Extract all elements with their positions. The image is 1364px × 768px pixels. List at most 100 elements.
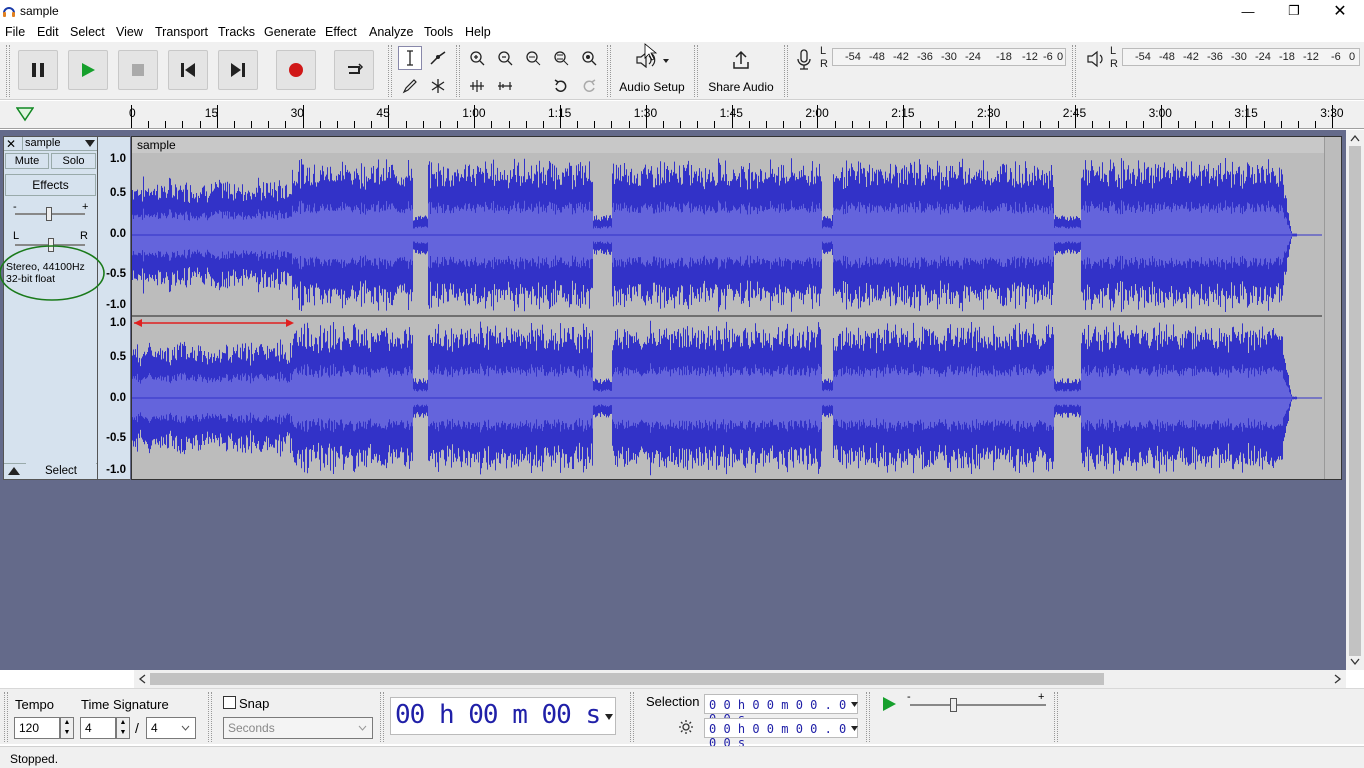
toolbar-grip[interactable] (866, 692, 870, 742)
toolbar-grip[interactable] (380, 692, 384, 742)
spin-up-icon[interactable]: ▲ (61, 718, 73, 728)
menu-analyze[interactable]: Analyze (369, 25, 413, 39)
play-speed-slider-thumb[interactable] (950, 698, 957, 712)
chevron-down-icon[interactable] (605, 714, 613, 720)
menu-effect[interactable]: Effect (325, 25, 357, 39)
loop-button[interactable] (334, 50, 374, 90)
fit-selection-button[interactable] (521, 46, 545, 70)
pause-button[interactable] (18, 50, 58, 90)
record-button[interactable] (276, 50, 316, 90)
menu-tracks[interactable]: Tracks (218, 25, 255, 39)
toolbar-grip[interactable] (607, 45, 611, 97)
zoom-in-button[interactable] (465, 46, 489, 70)
play-button[interactable] (68, 50, 108, 90)
horizontal-scroll-thumb[interactable] (150, 673, 1104, 685)
zoom-out-button[interactable] (493, 46, 517, 70)
zoom-toggle-button[interactable] (577, 46, 601, 70)
vertical-scrollbar[interactable] (1346, 130, 1364, 670)
time-signature-numerator[interactable]: 4 (80, 717, 116, 739)
envelope-tool[interactable] (426, 46, 450, 70)
meter-tick: -12 (1022, 51, 1038, 63)
spin-up-icon[interactable]: ▲ (117, 718, 129, 728)
menu-transport[interactable]: Transport (155, 25, 208, 39)
amplitude-ruler[interactable]: 1.0 0.5 0.0 -0.5 -1.0 1.0 0.5 0.0 -0.5 -… (98, 136, 130, 480)
redo-button[interactable] (577, 74, 601, 98)
close-button[interactable]: ✕ (1317, 0, 1363, 22)
select-track-button[interactable]: Select (26, 463, 96, 479)
tempo-input[interactable]: 120 (14, 717, 60, 739)
scroll-down-icon[interactable] (1350, 658, 1360, 666)
solo-button[interactable]: Solo (51, 153, 96, 169)
share-audio-button[interactable]: Share Audio (704, 46, 778, 96)
clip-title-bar[interactable]: sample (132, 137, 1324, 153)
scroll-right-icon[interactable] (1334, 674, 1342, 684)
toolbar-grip[interactable] (1072, 45, 1076, 97)
menu-tools[interactable]: Tools (424, 25, 453, 39)
selection-end-field[interactable]: 0 0 h 0 0 m 0 0 . 0 0 0 s (704, 718, 858, 750)
gear-icon[interactable] (678, 719, 694, 735)
ruler-minor-tick (577, 121, 579, 128)
trim-outside-button[interactable] (465, 74, 489, 98)
toolbar-grip[interactable] (456, 45, 460, 97)
toolbar-grip[interactable] (784, 45, 788, 97)
spin-down-icon[interactable]: ▼ (117, 728, 129, 738)
toolbar-grip[interactable] (6, 45, 10, 97)
chevron-down-icon[interactable] (851, 726, 858, 731)
spin-down-icon[interactable]: ▼ (61, 728, 73, 738)
menu-generate[interactable]: Generate (264, 25, 316, 39)
minimize-button[interactable]: — (1225, 0, 1271, 22)
toolbar-grip[interactable] (208, 692, 212, 742)
effects-button[interactable]: Effects (5, 174, 96, 196)
toolbar-grip[interactable] (630, 692, 634, 742)
menu-edit[interactable]: Edit (37, 25, 59, 39)
snap-unit-select[interactable]: Seconds (223, 717, 373, 739)
pan-slider-thumb[interactable] (48, 238, 54, 252)
time-signature-denominator[interactable]: 4 (146, 717, 196, 739)
chevron-down-icon[interactable] (851, 702, 858, 707)
waveform (132, 158, 1322, 476)
track-close-button[interactable]: ✕ (6, 137, 16, 151)
microphone-icon[interactable] (796, 49, 812, 71)
fit-project-button[interactable] (549, 46, 573, 70)
tempo-spinner[interactable]: ▲ ▼ (60, 717, 74, 739)
playback-meter[interactable]: -54 -48 -42 -36 -30 -24 -18 -12 -6 0 (1122, 48, 1360, 66)
silence-button[interactable] (493, 74, 517, 98)
playback-speaker-icon[interactable] (1086, 50, 1106, 68)
toolbar-grip[interactable] (4, 692, 8, 742)
ruler-minor-tick (354, 121, 356, 128)
menu-file[interactable]: File (5, 25, 25, 39)
timeline-ruler[interactable]: 01530451:001:151:301:452:002:152:302:453… (0, 101, 1364, 129)
audio-clip[interactable]: sample (131, 136, 1342, 480)
undo-button[interactable] (549, 74, 573, 98)
draw-tool[interactable] (398, 74, 422, 98)
scroll-left-icon[interactable] (138, 674, 146, 684)
time-display[interactable]: 00 h 00 m 00 s (390, 697, 616, 735)
vertical-scroll-thumb[interactable] (1349, 146, 1361, 656)
selection-tool[interactable] (398, 46, 422, 70)
ruler-minor-tick (954, 121, 956, 128)
menu-help[interactable]: Help (465, 25, 491, 39)
track-name-menu[interactable]: sample (22, 137, 98, 151)
play-at-speed-icon[interactable] (880, 695, 898, 713)
collapse-track-icon[interactable] (8, 467, 20, 475)
menu-select[interactable]: Select (70, 25, 105, 39)
skip-to-start-button[interactable] (168, 50, 208, 90)
toolbar-grip[interactable] (694, 45, 698, 97)
toolbar: Audio Setup Share Audio L R -54 -48 -42 … (0, 42, 1364, 100)
stop-button[interactable] (118, 50, 158, 90)
toolbar-grip[interactable] (388, 45, 392, 97)
numerator-spinner[interactable]: ▲ ▼ (116, 717, 130, 739)
scroll-up-icon[interactable] (1350, 134, 1360, 142)
record-meter[interactable]: -54 -48 -42 -36 -30 -24 -18 -12 -6 0 (832, 48, 1066, 66)
toolbar-grip[interactable] (1054, 692, 1058, 742)
horizontal-scrollbar[interactable] (134, 670, 1346, 688)
gain-slider-thumb[interactable] (46, 207, 52, 221)
selection-start-field[interactable]: 0 0 h 0 0 m 0 0 . 0 0 0 s (704, 694, 858, 726)
snap-checkbox[interactable] (223, 696, 236, 709)
maximize-button[interactable]: ❐ (1271, 0, 1317, 22)
audio-setup-button[interactable]: Audio Setup (616, 46, 688, 96)
skip-to-end-button[interactable] (218, 50, 258, 90)
multi-tool[interactable] (426, 74, 450, 98)
mute-button[interactable]: Mute (5, 153, 49, 169)
menu-view[interactable]: View (116, 25, 143, 39)
